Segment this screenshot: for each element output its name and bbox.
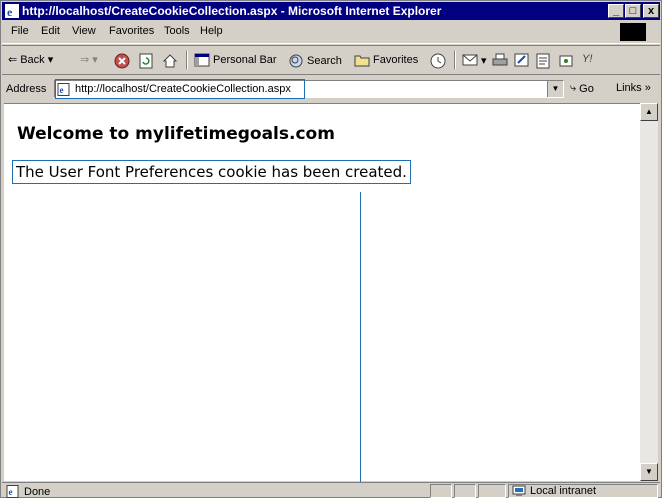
messenger-icon: [559, 55, 573, 67]
ie-logo-icon: e: [5, 4, 19, 18]
forward-arrow-icon: ⇒: [80, 54, 90, 66]
status-page-icon: e: [6, 485, 19, 498]
status-pane: [478, 484, 506, 498]
favorites-button[interactable]: Favorites: [354, 53, 418, 67]
messenger-button[interactable]: [558, 53, 574, 69]
back-label: Back: [20, 53, 45, 66]
status-pane: [454, 484, 476, 498]
menu-file[interactable]: File: [11, 25, 29, 37]
home-button[interactable]: [162, 53, 178, 69]
address-field[interactable]: e http://localhost/CreateCookieCollectio…: [54, 79, 564, 99]
history-icon: [430, 53, 446, 69]
address-label: Address: [6, 83, 47, 95]
stop-icon: [114, 53, 130, 69]
windows-logo-icon: [620, 23, 646, 41]
search-icon: [289, 54, 303, 68]
title-bar: e http://localhost/CreateCookieCollectio…: [2, 2, 660, 20]
mail-button[interactable]: ▾: [462, 53, 487, 67]
mail-icon: [462, 54, 478, 66]
status-bar: e Done Local intranet: [2, 482, 660, 499]
go-button[interactable]: ⤷ Go: [570, 82, 594, 95]
menu-help[interactable]: Help: [200, 25, 223, 37]
close-button[interactable]: x: [643, 4, 659, 18]
callout-line: [360, 192, 361, 482]
zone-indicator: Local intranet: [508, 484, 658, 498]
discuss-icon: [536, 53, 550, 69]
forward-button[interactable]: ⇒ ▾: [80, 53, 98, 66]
links-button[interactable]: Links »: [616, 82, 651, 94]
toolbar-separator: [186, 51, 188, 69]
home-icon: [162, 54, 178, 68]
minimize-button[interactable]: _: [608, 4, 624, 18]
search-button[interactable]: Search: [288, 53, 342, 69]
menu-bar: File Edit View Favorites Tools Help: [2, 21, 660, 44]
browser-window: e http://localhost/CreateCookieCollectio…: [0, 0, 662, 498]
yahoo-button[interactable]: Y!: [582, 53, 592, 65]
page-content: Welcome to mylifetimegoals.com The User …: [4, 103, 640, 482]
personal-bar-label: Personal Bar: [213, 54, 277, 66]
personal-bar-icon: [194, 53, 210, 67]
personal-bar-button[interactable]: Personal Bar: [194, 53, 277, 67]
toolbar-separator: [454, 51, 456, 69]
edit-icon: [514, 53, 529, 67]
window-title: http://localhost/CreateCookieCollection.…: [22, 4, 442, 18]
svg-text:e: e: [7, 5, 13, 18]
menu-favorites[interactable]: Favorites: [109, 25, 154, 37]
edit-button[interactable]: [514, 53, 530, 67]
back-button[interactable]: ⇐ Back ▾: [8, 53, 54, 67]
address-callout-highlight: [55, 79, 305, 99]
maximize-button[interactable]: □: [625, 4, 641, 18]
print-button[interactable]: [492, 53, 508, 67]
menu-view[interactable]: View: [72, 25, 96, 37]
vertical-scrollbar[interactable]: ▲ ▼: [640, 103, 658, 481]
status-text: Done: [24, 485, 51, 498]
scroll-up-icon[interactable]: ▲: [640, 103, 658, 121]
back-dropdown-icon[interactable]: ▾: [48, 53, 54, 66]
back-arrow-icon: ⇐: [8, 54, 18, 66]
address-bar: Address e http://localhost/CreateCookieC…: [2, 78, 660, 100]
menu-edit[interactable]: Edit: [41, 25, 60, 37]
history-button[interactable]: [430, 53, 446, 69]
stop-button[interactable]: [114, 53, 130, 69]
favorites-label: Favorites: [373, 54, 419, 66]
print-icon: [492, 53, 508, 66]
favorites-folder-icon: [354, 55, 370, 67]
yahoo-icon: Y!: [582, 53, 593, 65]
status-pane: [430, 484, 452, 498]
forward-dropdown-icon[interactable]: ▾: [92, 53, 98, 66]
menu-tools[interactable]: Tools: [164, 25, 190, 37]
standard-toolbar: ⇐ Back ▾ ⇒ ▾ Personal Bar Search Favorit…: [2, 45, 660, 75]
intranet-icon: [512, 485, 526, 496]
scroll-down-icon[interactable]: ▼: [640, 463, 658, 481]
cookie-created-message: The User Font Preferences cookie has bee…: [12, 160, 411, 184]
go-arrow-icon: ⤷: [570, 82, 577, 94]
zone-label: Local intranet: [530, 485, 597, 497]
mail-dropdown-icon[interactable]: ▾: [481, 54, 487, 67]
refresh-icon: [139, 53, 153, 69]
search-label: Search: [307, 55, 342, 67]
status-indicator: e Done: [6, 485, 50, 498]
address-dropdown-icon[interactable]: ▼: [547, 81, 563, 97]
refresh-button[interactable]: [138, 53, 154, 69]
page-heading: Welcome to mylifetimegoals.com: [17, 124, 335, 144]
discuss-button[interactable]: [536, 53, 550, 69]
go-label: Go: [579, 82, 594, 95]
svg-text:e: e: [9, 487, 13, 497]
